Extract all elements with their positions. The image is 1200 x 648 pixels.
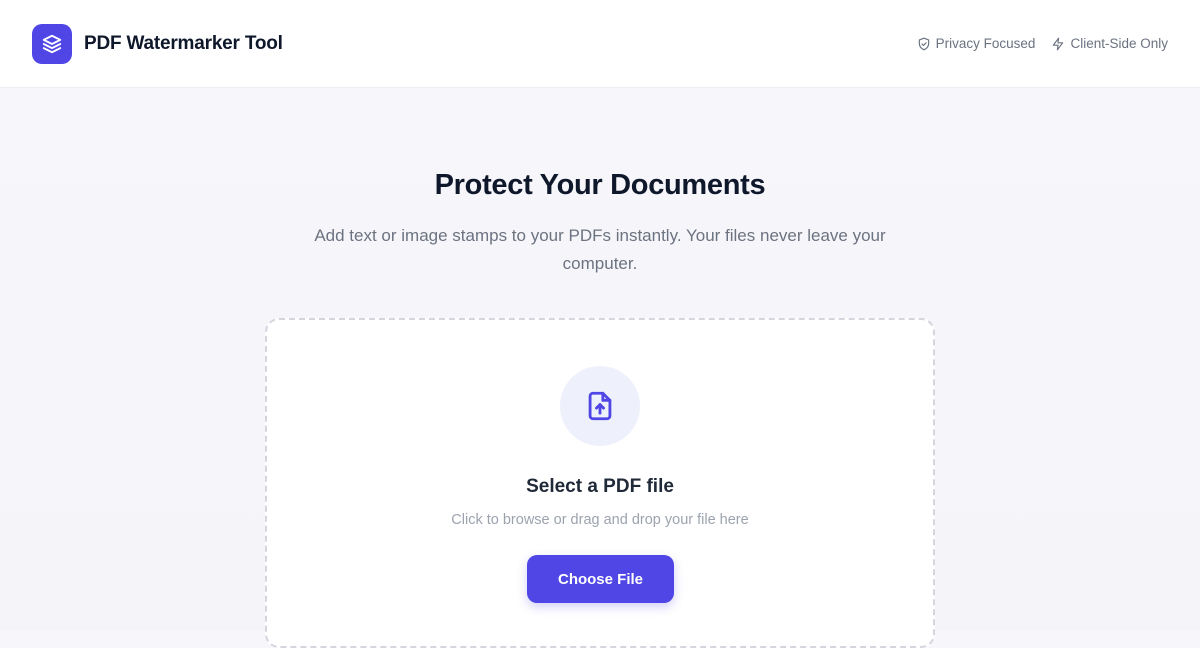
shield-icon (917, 37, 931, 51)
brand[interactable]: PDF Watermarker Tool (32, 23, 283, 64)
file-upload-icon (560, 366, 640, 446)
dropzone-hint: Click to browse or drag and drop your fi… (451, 512, 749, 528)
main-content: Protect Your Documents Add text or image… (0, 89, 1200, 648)
badge-client-side: Client-Side Only (1051, 36, 1168, 51)
app-header: PDF Watermarker Tool Privacy Focused Cli… (0, 0, 1200, 88)
page-subtitle: Add text or image stamps to your PDFs in… (314, 226, 886, 273)
file-dropzone[interactable]: Select a PDF file Click to browse or dra… (265, 318, 935, 648)
page-title: Protect Your Documents (434, 169, 766, 201)
choose-file-button[interactable]: Choose File (527, 555, 674, 603)
header-badges: Privacy Focused Client-Side Only (917, 36, 1168, 51)
lightning-icon (1051, 37, 1065, 51)
badge-privacy: Privacy Focused (917, 36, 1036, 51)
dropzone-title: Select a PDF file (526, 476, 674, 497)
badge-label: Privacy Focused (935, 36, 1036, 51)
app-title: PDF Watermarker Tool (84, 32, 283, 54)
layers-icon (32, 23, 72, 64)
badge-label: Client-Side Only (1070, 36, 1168, 51)
